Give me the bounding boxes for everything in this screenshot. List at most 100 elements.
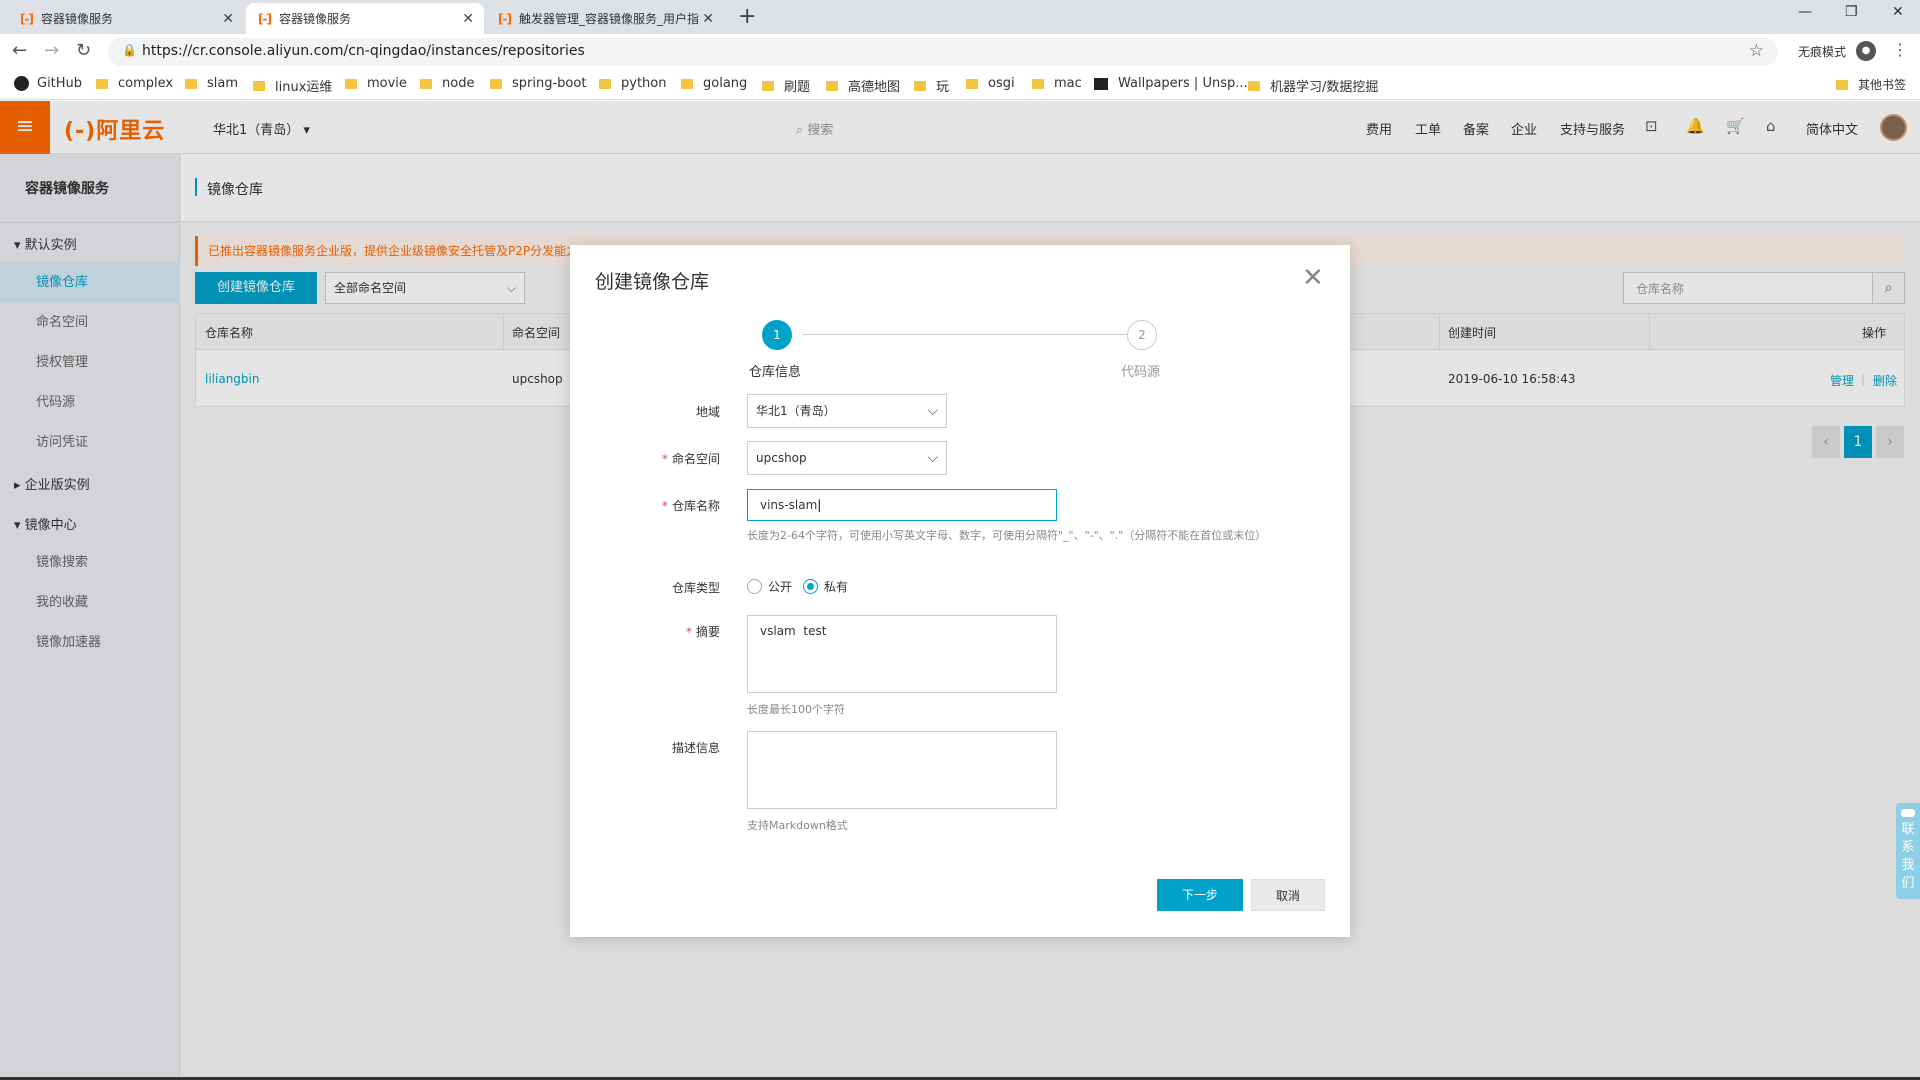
restore-icon[interactable]: ❐	[1845, 4, 1858, 20]
lock-icon: 🔒	[122, 43, 137, 57]
forward-icon[interactable]: →	[44, 40, 59, 61]
menu-kebab-icon[interactable]: ⋮	[1892, 40, 1908, 59]
new-tab-icon[interactable]: +	[738, 4, 756, 30]
bookmark-label: osgi	[988, 76, 1015, 91]
bookmark-folder[interactable]: node	[420, 76, 474, 91]
contact-us-tab[interactable]: 联系我们	[1896, 803, 1920, 899]
input-value: vins-slam	[760, 498, 818, 512]
cancel-button[interactable]: 取消	[1251, 879, 1325, 911]
tab-title: 触发器管理_容器镜像服务_用户指	[518, 12, 699, 26]
folder-icon	[253, 80, 265, 91]
bookmark-folder[interactable]: spring-boot	[490, 76, 586, 91]
bookmark-github[interactable]: GitHub	[14, 76, 82, 91]
other-bookmarks[interactable]: 其他书签	[1836, 76, 1906, 93]
text-cursor: |	[817, 498, 822, 512]
region-select[interactable]: 华北1（青岛） ⌵	[747, 394, 947, 428]
close-icon[interactable]: ✕	[1302, 265, 1324, 291]
folder-icon	[681, 78, 693, 89]
description-textarea[interactable]	[747, 731, 1057, 809]
folder-icon	[599, 78, 611, 89]
description-hint: 支持Markdown格式	[747, 819, 848, 832]
bookmark-label: python	[621, 76, 667, 91]
aliyun-favicon-icon: [-]	[20, 11, 34, 26]
bookmark-label: GitHub	[37, 76, 83, 91]
bookmark-folder[interactable]: osgi	[966, 76, 1015, 91]
bookmark-folder[interactable]: 刷题	[762, 76, 810, 95]
bookmark-folder[interactable]: slam	[185, 76, 238, 91]
bookmark-label: mac	[1054, 76, 1082, 91]
bookmark-label: spring-boot	[512, 76, 587, 91]
bookmark-label: 刷题	[784, 80, 811, 95]
step-connector	[803, 334, 1133, 335]
aliyun-favicon-icon: [-]	[498, 11, 512, 26]
folder-icon	[1032, 78, 1044, 89]
bookmark-folder[interactable]: python	[599, 76, 666, 91]
bookmark-folder[interactable]: 高德地图	[826, 76, 900, 95]
select-value: upcshop	[756, 451, 807, 465]
namespace-select[interactable]: upcshop ⌵	[747, 441, 947, 475]
bookmark-folder[interactable]: mac	[1032, 76, 1082, 91]
bookmark-folder[interactable]: movie	[345, 76, 407, 91]
incognito-label: 无痕模式	[1798, 45, 1847, 59]
close-icon[interactable]: ✕	[222, 11, 234, 27]
summary-textarea[interactable]: vslam test	[747, 615, 1057, 693]
bookmark-star-icon[interactable]: ☆	[1749, 41, 1764, 61]
incognito-icon[interactable]: ●	[1856, 41, 1876, 61]
bookmark-label: 玩	[936, 80, 950, 95]
bookmark-folder[interactable]: complex	[96, 76, 173, 91]
bookmark-label: linux运维	[275, 80, 333, 95]
required-marker: *	[685, 625, 692, 639]
aliyun-favicon-icon: [-]	[258, 11, 272, 26]
folder-icon	[490, 78, 502, 89]
bookmark-label: node	[442, 76, 475, 91]
next-step-button[interactable]: 下一步	[1157, 879, 1243, 911]
folder-icon	[826, 80, 838, 91]
bookmark-folder[interactable]: 机器学习/数据挖掘	[1248, 76, 1378, 95]
bookmark-label: Wallpapers | Unsp...	[1118, 76, 1248, 91]
summary-label: * 摘要	[600, 623, 720, 640]
textarea-value: vslam test	[760, 624, 827, 638]
step-2-indicator: 2	[1127, 320, 1157, 350]
step-2-label: 代码源	[1121, 365, 1161, 380]
contact-label: 联系我们	[1901, 822, 1915, 891]
minimize-icon[interactable]: —	[1798, 4, 1812, 20]
folder-icon	[345, 78, 357, 89]
bookmark-folder[interactable]: golang	[681, 76, 747, 91]
close-icon[interactable]: ✕	[462, 11, 474, 27]
required-marker: *	[661, 499, 668, 513]
back-icon[interactable]: ←	[12, 40, 27, 61]
bookmark-wallpapers[interactable]: Wallpapers | Unsp...	[1094, 76, 1248, 91]
browser-tab[interactable]: [-] 容器镜像服务 ✕	[8, 3, 244, 34]
label-text: 仓库名称	[671, 499, 720, 513]
repo-name-input[interactable]: vins-slam|	[747, 489, 1057, 521]
bookmark-label: slam	[207, 76, 239, 91]
radio-circle	[747, 579, 762, 594]
bookmark-label: 机器学习/数据挖掘	[1270, 80, 1379, 95]
folder-icon	[1248, 80, 1260, 91]
url-field[interactable]: 🔒 https://cr.console.aliyun.com/cn-qingd…	[108, 38, 1778, 66]
radio-label: 公开	[768, 580, 793, 594]
dialog-title: 创建镜像仓库	[595, 271, 710, 293]
repo-type-public-radio[interactable]: 公开	[747, 578, 792, 595]
browser-tab[interactable]: [-] 触发器管理_容器镜像服务_用户指 ✕	[486, 3, 724, 34]
window-close-icon[interactable]: ✕	[1892, 4, 1904, 20]
bookmark-folder[interactable]: 玩	[914, 76, 949, 95]
chevron-down-icon: ⌵	[927, 450, 938, 466]
bookmark-folder[interactable]: linux运维	[253, 76, 332, 95]
folder-icon	[762, 80, 774, 91]
step-1-indicator: 1	[762, 320, 792, 350]
chevron-down-icon: ⌵	[927, 403, 938, 419]
repo-type-private-radio[interactable]: 私有	[803, 578, 848, 595]
bookmark-label: 高德地图	[848, 80, 901, 95]
chat-icon	[1901, 809, 1915, 817]
bookmark-label: complex	[118, 76, 174, 91]
folder-icon	[914, 80, 926, 91]
browser-tab-active[interactable]: [-] 容器镜像服务 ✕	[246, 3, 484, 34]
folder-icon	[420, 78, 432, 89]
reload-icon[interactable]: ↻	[76, 40, 91, 61]
region-label: 地域	[695, 405, 720, 419]
close-icon[interactable]: ✕	[702, 11, 714, 27]
repo-name-hint: 长度为2-64个字符，可使用小写英文字母、数字，可使用分隔符"_"、"-"、".…	[747, 529, 1267, 542]
folder-icon	[96, 78, 108, 89]
folder-icon	[1836, 79, 1848, 90]
